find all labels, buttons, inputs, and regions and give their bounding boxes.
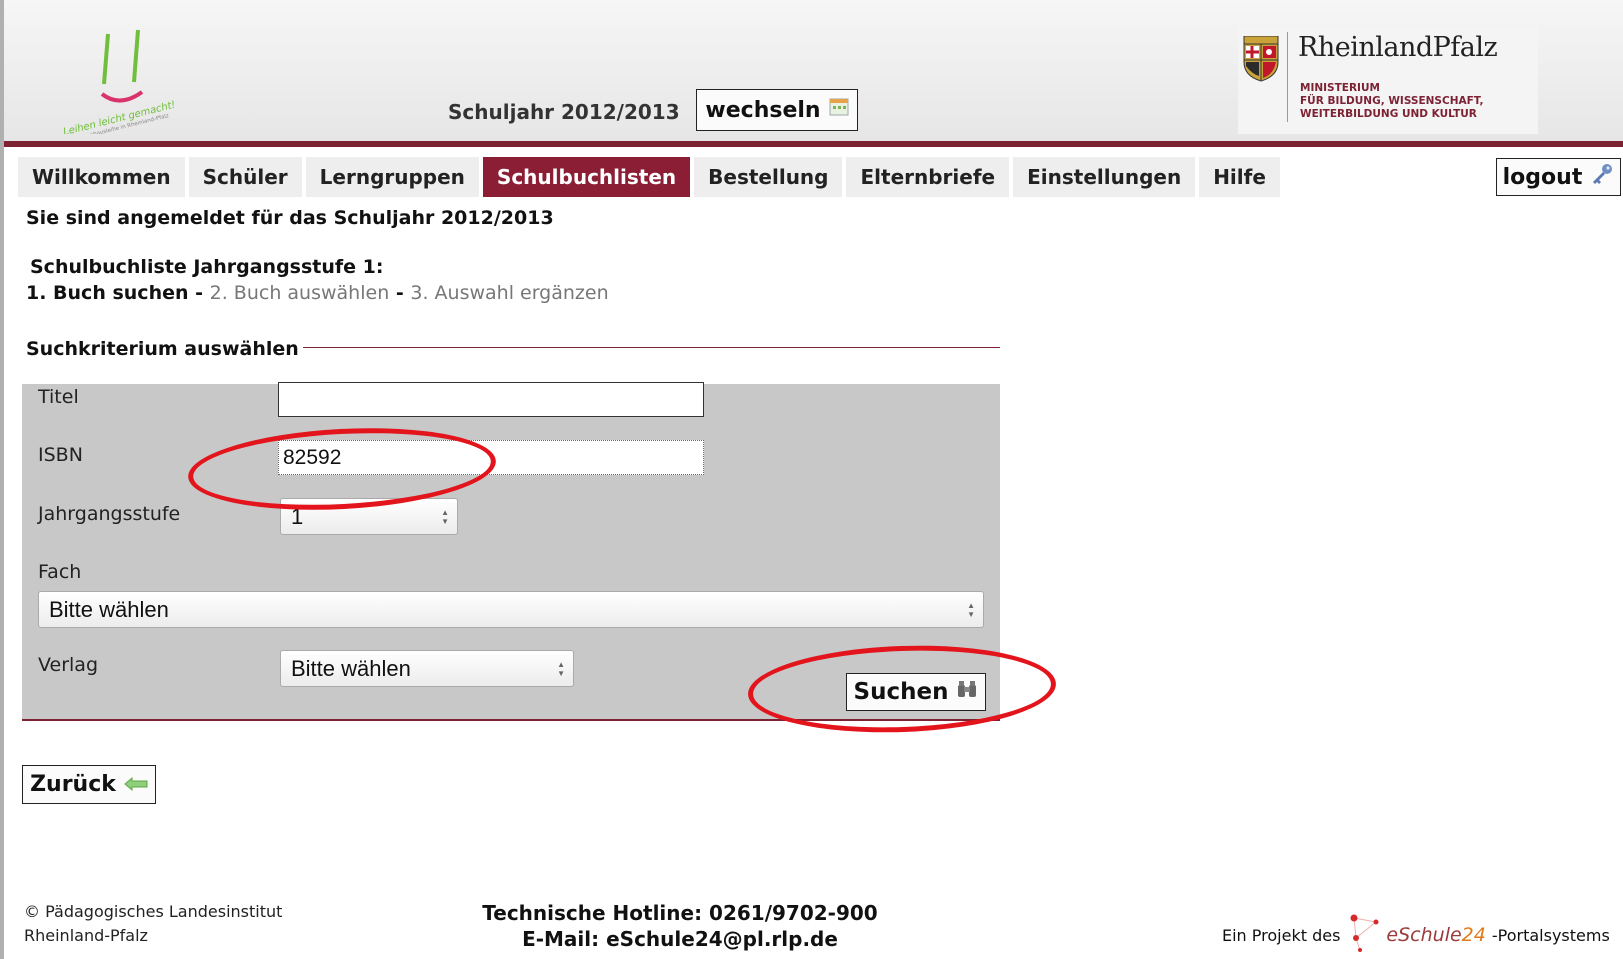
ministry-logo: RheinlandPfalz MINISTERIUM FÜR BILDUNG, … [1238,26,1538,134]
wizard-steps: 1. Buch suchen - 2. Buch auswählen - 3. … [26,282,609,304]
fach-select[interactable]: Bitte wählen ▲ ▼ [38,591,984,628]
ministry-line-2: FÜR BILDUNG, WISSENSCHAFT, [1300,95,1484,107]
select-arrows-icon: ▲ ▼ [441,507,449,526]
back-button[interactable]: Zurück [22,765,156,804]
tab-hilfe[interactable]: Hilfe [1199,157,1280,197]
ministry-name: RheinlandPfalz [1298,32,1498,63]
logout-label: logout [1502,164,1583,190]
step-1-current: 1. Buch suchen [26,282,189,304]
select-arrows-icon: ▲ ▼ [557,659,565,678]
main-nav: Willkommen Schüler Lerngruppen Schulbuch… [18,157,1280,197]
ministry-line-3: WEITERBILDUNG UND KULTUR [1300,108,1477,120]
project-prefix: Ein Projekt des [1222,925,1341,945]
header-band [4,141,1623,147]
step-2: 2. Buch auswählen [209,282,390,304]
tab-schueler[interactable]: Schüler [188,157,302,197]
school-year-label: Schuljahr 2012/2013 [448,100,680,124]
eschule-brand: eSchule24 [1386,924,1485,946]
footer-project: Ein Projekt des eSchule24 -Portalsystems [1222,914,1610,956]
email-text: E-Mail: eSchule24@pl.rlp.de [522,927,838,951]
isbn-label: ISBN [38,444,83,466]
titel-input[interactable] [278,382,704,417]
tab-schulbuchlisten[interactable]: Schulbuchlisten [482,157,691,197]
ministry-divider [1287,32,1288,122]
footer-copyright: © Pädagogisches Landesinstitut Rheinland… [24,900,282,948]
tab-bestellung[interactable]: Bestellung [694,157,843,197]
verlag-value: Bitte wählen [291,655,411,681]
fieldset-legend: Suchkriterium auswählen [26,338,303,360]
verlag-select[interactable]: Bitte wählen ▲ ▼ [280,650,574,687]
tab-einstellungen[interactable]: Einstellungen [1013,157,1196,197]
tab-willkommen[interactable]: Willkommen [18,157,185,197]
fach-value: Bitte wählen [49,596,169,622]
step-separator-1: - [188,282,210,304]
footer-contact: Technische Hotline: 0261/9702-900 E-Mail… [460,900,900,952]
back-button-label: Zurück [30,772,116,797]
change-year-label: wechseln [705,97,821,123]
select-arrows-icon: ▲ ▼ [967,600,975,619]
eschule-brand-num: 24 [1461,924,1486,946]
copyright-line-1: © Pädagogisches Landesinstitut [24,902,283,921]
step-separator-2: - [389,282,411,304]
leihen-logo: Leihen leicht gemacht! Schulbuchausleihe… [56,12,196,144]
coat-of-arms-icon [1243,36,1279,82]
logout-button[interactable]: logout [1496,158,1621,196]
tab-lerngruppen[interactable]: Lerngruppen [305,157,479,197]
jahrgangsstufe-label: Jahrgangsstufe [38,503,181,525]
project-suffix: -Portalsystems [1491,925,1610,945]
tab-elternbriefe[interactable]: Elternbriefe [846,157,1010,197]
eschule-network-icon [1346,914,1380,956]
fach-label: Fach [38,561,82,583]
arrow-left-icon [124,772,148,797]
login-status: Sie sind angemeldet für das Schuljahr 20… [26,207,554,229]
copyright-line-2: Rheinland-Pfalz [24,926,148,945]
verlag-label: Verlag [38,654,99,676]
change-year-button[interactable]: wechseln [696,89,858,131]
calendar-icon [829,97,849,123]
fieldset-line [300,347,1000,348]
key-icon [1590,162,1614,192]
ministry-line-1: MINISTERIUM [1300,82,1380,94]
titel-label: Titel [38,386,79,408]
step-3: 3. Auswahl ergänzen [410,282,609,304]
hotline-text: Technische Hotline: 0261/9702-900 [482,901,878,925]
eschule-brand-main: eSchule [1386,924,1462,946]
booklist-title: Schulbuchliste Jahrgangsstufe 1: [30,256,384,278]
